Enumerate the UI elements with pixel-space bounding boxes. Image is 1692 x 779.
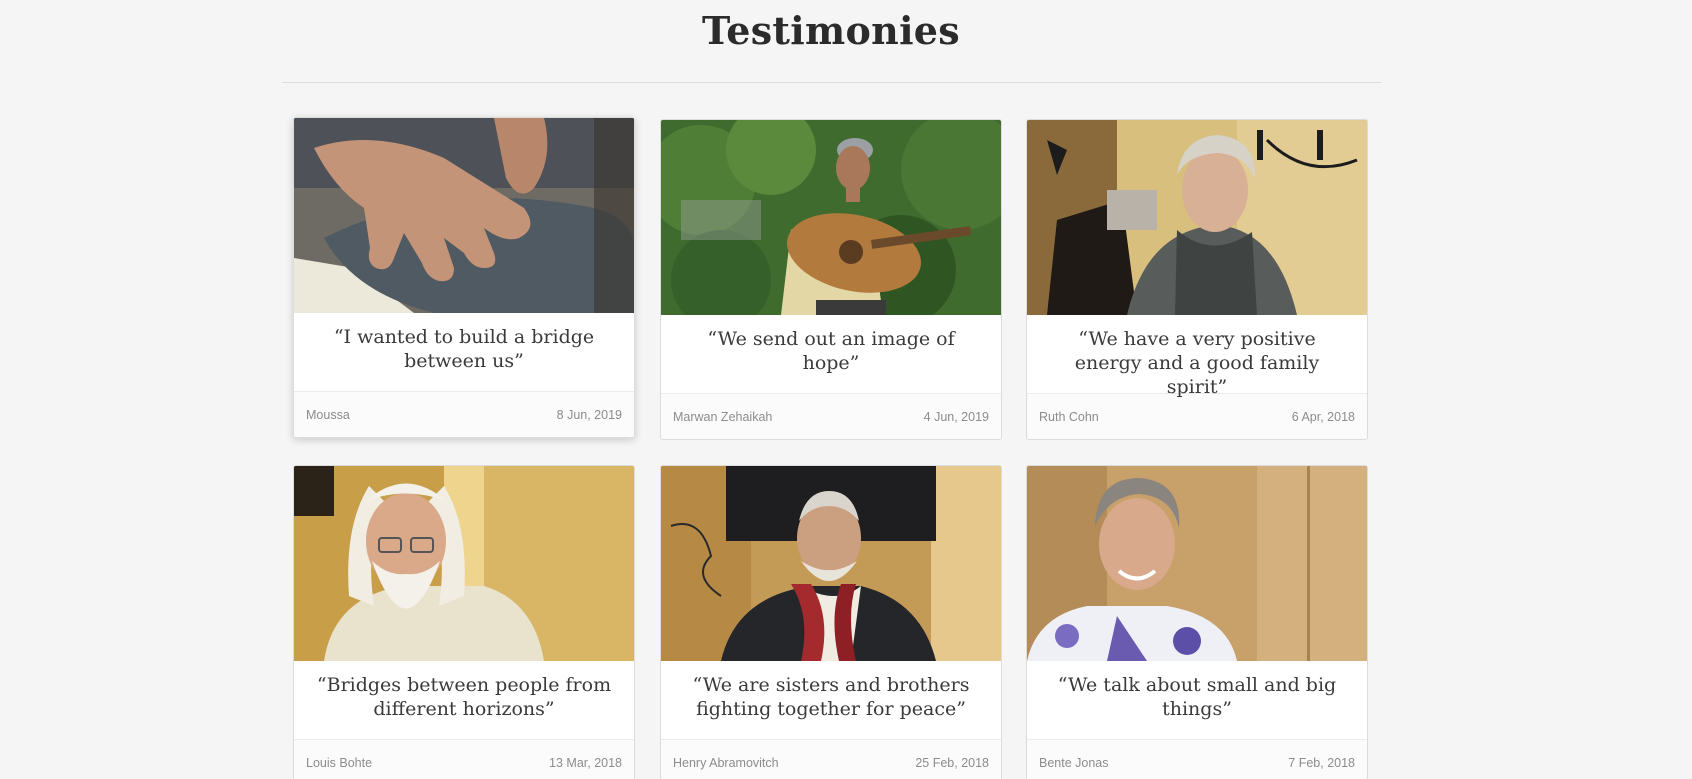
author-name: Moussa [306, 407, 350, 422]
testimony-card[interactable]: “We have a very positive energy and a go… [1026, 119, 1368, 440]
post-date: 4 Jun, 2019 [923, 409, 989, 424]
hands-on-knee-photo[interactable] [294, 118, 634, 313]
testimony-quote[interactable]: “We have a very positive energy and a go… [1027, 315, 1367, 398]
testimony-card[interactable]: “We send out an image of hope” Marwan Ze… [660, 119, 1002, 440]
post-date: 8 Jun, 2019 [556, 407, 622, 422]
card-footer: Bente Jonas 7 Feb, 2018 [1027, 739, 1367, 779]
post-date: 13 Mar, 2018 [549, 755, 622, 770]
card-footer: Moussa 8 Jun, 2019 [294, 391, 634, 437]
author-name: Ruth Cohn [1039, 409, 1099, 424]
man-with-oud-photo[interactable] [661, 120, 1001, 315]
testimony-card[interactable]: “I wanted to build a bridge between us” … [293, 117, 635, 438]
card-footer: Louis Bohte 13 Mar, 2018 [294, 739, 634, 779]
post-date: 7 Feb, 2018 [1288, 755, 1355, 770]
woman-with-scarf-photo[interactable] [1027, 120, 1367, 315]
testimony-quote[interactable]: “We are sisters and brothers fighting to… [661, 661, 1001, 739]
card-footer: Marwan Zehaikah 4 Jun, 2019 [661, 393, 1001, 439]
author-name: Marwan Zehaikah [673, 409, 773, 424]
testimony-card[interactable]: “Bridges between people from different h… [293, 465, 635, 779]
testimony-quote[interactable]: “We send out an image of hope” [661, 315, 1001, 393]
testimony-quote[interactable]: “Bridges between people from different h… [294, 661, 634, 739]
bearded-man-photo[interactable] [294, 466, 634, 661]
author-name: Louis Bohte [306, 755, 373, 770]
smiling-woman-photo[interactable] [1027, 466, 1367, 661]
page-title: Testimonies [702, 8, 960, 53]
testimony-quote[interactable]: “I wanted to build a bridge between us” [294, 313, 634, 391]
testimony-quote[interactable]: “We talk about small and big things” [1027, 661, 1367, 739]
card-footer: Ruth Cohn 6 Apr, 2018 [1027, 393, 1367, 439]
testimony-card[interactable]: “We talk about small and big things” Ben… [1026, 465, 1368, 779]
man-with-red-scarf-photo[interactable] [661, 466, 1001, 661]
testimony-card[interactable]: “We are sisters and brothers fighting to… [660, 465, 1002, 779]
card-footer: Henry Abramovitch 25 Feb, 2018 [661, 739, 1001, 779]
author-name: Henry Abramovitch [673, 755, 779, 770]
post-date: 25 Feb, 2018 [915, 755, 989, 770]
title-divider [282, 82, 1381, 83]
author-name: Bente Jonas [1039, 755, 1109, 770]
post-date: 6 Apr, 2018 [1291, 409, 1355, 424]
